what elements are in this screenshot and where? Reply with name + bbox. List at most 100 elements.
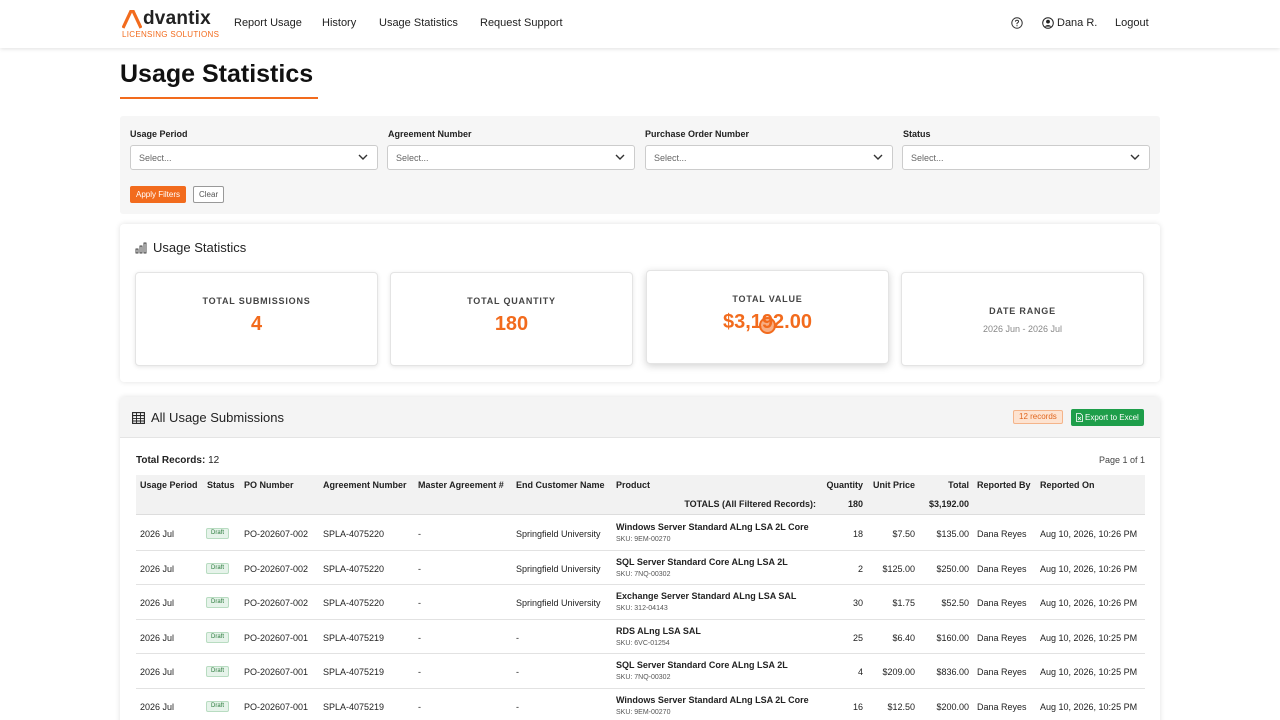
total-quantity-value: 180: [494, 313, 529, 335]
total-records-value: 12: [208, 455, 220, 466]
row-end-customer: Springfield University: [516, 529, 601, 539]
totals-quantity: 180: [847, 499, 863, 509]
row-po-number: PO-202607-001: [244, 632, 309, 643]
col-reported-on[interactable]: Reported On: [1040, 480, 1095, 490]
row-product: SQL Server Standard Core ALng LSA 2L: [616, 660, 788, 670]
row-end-customer: Springfield University: [516, 598, 601, 608]
filter-panel: Usage Period Select... Agreement Number …: [120, 116, 1160, 214]
row-total: $836.00: [936, 667, 969, 677]
row-usage-period: 2026 Jul: [140, 529, 175, 539]
row-master-agreement: -: [418, 667, 421, 677]
col-end-customer[interactable]: End Customer Name: [516, 480, 605, 490]
row-quantity: 30: [852, 598, 863, 608]
col-usage-period[interactable]: Usage Period: [140, 480, 198, 490]
row-unit-price: $209.00: [882, 667, 915, 677]
user-menu[interactable]: Dana R.: [1042, 17, 1097, 29]
row-quantity: 4: [857, 667, 863, 677]
row-product: Exchange Server Standard ALng LSA SAL: [616, 591, 797, 601]
total-quantity-box: TOTAL QUANTITY 180: [390, 272, 633, 366]
col-master-agreement[interactable]: Master Agreement #: [418, 480, 504, 490]
table-row[interactable]: 2026 Jul Draft PO-202607-002 SPLA-4075220 - S…: [136, 516, 1145, 551]
page-title: Usage Statistics: [120, 60, 314, 88]
stats-heading-text: Usage Statistics: [153, 240, 247, 255]
help-icon[interactable]: [1011, 17, 1023, 29]
usage-period-select[interactable]: Select...: [130, 145, 378, 170]
row-unit-price: $1.75: [892, 598, 915, 608]
row-po-number: PO-202607-001: [244, 667, 309, 677]
page-info: Page 1 of 1: [1098, 455, 1145, 465]
apply-filters-button[interactable]: Apply Filters: [130, 186, 187, 203]
row-quantity: 16: [852, 701, 863, 712]
agreement-number-placeholder: Select...: [396, 153, 429, 163]
status-placeholder: Select...: [911, 153, 944, 163]
clear-filters-button[interactable]: Clear: [193, 186, 225, 203]
col-quantity[interactable]: Quantity: [826, 480, 863, 490]
submissions-title-text: All Usage Submissions: [151, 410, 284, 425]
table-icon: [132, 411, 145, 424]
table-row[interactable]: 2026 Jul Draft PO-202607-001 SPLA-4075219 - -…: [136, 689, 1145, 720]
row-sku: SKU: 312-04143: [616, 605, 668, 612]
row-unit-price: $6.40: [892, 632, 915, 643]
row-reported-on: Aug 10, 2026, 10:25 PM: [1040, 632, 1138, 643]
row-reported-by: Dana Reyes: [977, 632, 1027, 643]
total-submissions-box: TOTAL SUBMISSIONS 4: [135, 272, 378, 366]
user-name: Dana R.: [1057, 17, 1098, 29]
logout-link[interactable]: Logout: [1115, 17, 1149, 29]
mouse-cursor-indicator: [759, 317, 776, 334]
row-end-customer: -: [516, 667, 519, 677]
totals-label: TOTALS (All Filtered Records):: [684, 499, 816, 509]
table-row[interactable]: 2026 Jul Draft PO-202607-002 SPLA-4075220 - S…: [136, 585, 1145, 620]
total-value-label: TOTAL VALUE: [732, 294, 803, 304]
total-records-label: Total Records:: [136, 455, 206, 466]
row-master-agreement: -: [418, 563, 421, 574]
col-po-number[interactable]: PO Number: [244, 480, 294, 490]
chevron-down-icon: [873, 154, 883, 160]
nav-usage-statistics[interactable]: Usage Statistics: [379, 17, 458, 29]
col-unit-price[interactable]: Unit Price: [873, 480, 915, 490]
col-status[interactable]: Status: [207, 480, 235, 490]
title-underline: [120, 97, 318, 99]
col-reported-by[interactable]: Reported By: [977, 480, 1031, 490]
table-row[interactable]: 2026 Jul Draft PO-202607-001 SPLA-4075219 - -…: [136, 620, 1145, 654]
row-product: SQL Server Standard Core ALng LSA 2L: [616, 556, 788, 567]
po-number-select[interactable]: Select...: [645, 145, 893, 170]
nav-history[interactable]: History: [322, 17, 356, 29]
col-agreement-number[interactable]: Agreement Number: [323, 480, 407, 490]
row-unit-price: $125.00: [882, 563, 915, 574]
po-number-placeholder: Select...: [654, 153, 687, 163]
brand-tagline: LICENSING SOLUTIONS: [122, 30, 220, 39]
row-agreement-number: SPLA-4075219: [323, 667, 385, 677]
status-select[interactable]: Select...: [902, 145, 1150, 170]
row-master-agreement: -: [418, 529, 421, 539]
row-total: $52.50: [941, 598, 969, 608]
row-reported-by: Dana Reyes: [977, 598, 1027, 608]
table-row[interactable]: 2026 Jul Draft PO-202607-001 SPLA-4075219 - -…: [136, 654, 1145, 689]
row-agreement-number: SPLA-4075220: [323, 529, 385, 539]
row-end-customer: -: [516, 632, 519, 643]
row-sku: SKU: 9EM-00270: [616, 536, 671, 543]
export-excel-button[interactable]: Export to Excel: [1071, 409, 1144, 426]
row-reported-on: Aug 10, 2026, 10:26 PM: [1040, 529, 1138, 539]
col-product[interactable]: Product: [616, 480, 650, 490]
brand-logo[interactable]: dvantix LICENSING SOLUTIONS: [122, 9, 219, 39]
table-row[interactable]: 2026 Jul Draft PO-202607-002 SPLA-4075220 - S…: [136, 551, 1145, 585]
usage-submissions-card: All Usage Submissions 12 records Export …: [120, 397, 1160, 720]
date-range-box: DATE RANGE 2026 Jun - 2026 Jul: [901, 272, 1144, 366]
row-usage-period: 2026 Jul: [140, 701, 175, 712]
row-reported-on: Aug 10, 2026, 10:26 PM: [1040, 598, 1138, 608]
agreement-number-select[interactable]: Select...: [387, 145, 635, 170]
agreement-number-label: Agreement Number: [388, 129, 472, 139]
usage-period-label: Usage Period: [130, 129, 188, 139]
row-total: $250.00: [936, 563, 969, 574]
col-total[interactable]: Total: [948, 480, 969, 490]
nav-report-usage[interactable]: Report Usage: [234, 17, 302, 29]
date-range-value: 2026 Jun - 2026 Jul: [982, 324, 1063, 334]
nav-request-support[interactable]: Request Support: [480, 17, 563, 29]
total-submissions-label: TOTAL SUBMISSIONS: [202, 296, 311, 306]
records-count-badge: 12 records: [1013, 410, 1063, 424]
row-po-number: PO-202607-001: [244, 701, 309, 712]
row-usage-period: 2026 Jul: [140, 563, 175, 574]
table-header-row: Usage Period Status PO Number Agreement …: [136, 475, 1145, 495]
user-avatar-icon: [1042, 17, 1054, 29]
row-po-number: PO-202607-002: [244, 529, 309, 539]
